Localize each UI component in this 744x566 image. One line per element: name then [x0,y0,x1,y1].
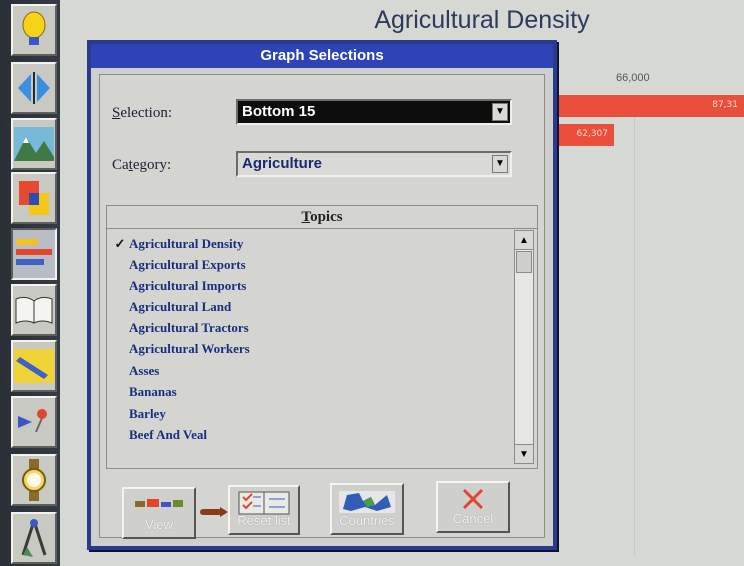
selection-dropdown[interactable]: Bottom 15 ▼ [236,99,512,125]
reset-list-button[interactable]: Reset list [228,485,300,535]
topic-label: Barley [129,406,166,421]
dialog-title: Graph Selections [91,44,553,68]
pointer-hand-icon [200,505,228,524]
watch-icon [19,459,49,501]
topics-scrollbar[interactable]: ▲ ▼ [514,230,534,464]
topic-label: Agricultural Tractors [129,320,249,335]
list-item[interactable]: Asses [111,363,159,379]
landscape-icon [14,127,54,161]
category-label: Category: [112,157,172,173]
axis-tick-label: 66,000 [616,72,650,84]
topic-label: Agricultural Land [129,299,232,314]
topics-group: Topics ✓ Agricultural Density Agricultura… [106,205,538,469]
pushpin-button[interactable] [11,396,57,448]
book-icon [14,295,54,325]
countries-label: Countries [339,513,395,528]
checklist-icon [230,491,298,515]
bar-chart-icon [14,235,54,273]
topic-label: Beef And Veal [129,427,208,442]
bar-graph-icon [124,493,194,513]
list-item[interactable]: Agricultural Workers [111,341,250,357]
landscape-button[interactable] [11,118,57,170]
category-value: Agriculture [242,155,323,172]
topic-label: Bananas [129,384,177,399]
topic-label: Agricultural Workers [129,341,250,356]
cancel-label: Cancel [452,511,494,526]
view-button[interactable]: View [122,487,196,539]
scroll-thumb[interactable] [516,251,532,273]
idea-button[interactable] [11,4,57,56]
pencil-button[interactable] [11,340,57,392]
map-icon [332,489,402,515]
left-toolbar [0,0,60,566]
cancel-button[interactable]: Cancel [436,481,510,533]
list-item[interactable]: Barley [111,406,166,422]
graph-selections-dialog: Graph Selections Selection: Bottom 15 ▼ … [87,40,557,550]
dropdown-arrow-icon[interactable]: ▼ [492,103,508,121]
lightbulb-icon [19,10,49,50]
scroll-up-icon[interactable]: ▲ [515,231,533,250]
topic-label: Agricultural Density [129,236,244,251]
bar-value-label: 62,307 [576,129,609,139]
graph-title: Agricultural Density [374,6,590,34]
left-right-arrows-icon [14,70,54,106]
list-item[interactable]: Agricultural Land [111,299,231,315]
list-item[interactable]: ✓ Agricultural Density [111,236,244,252]
compass-button[interactable] [11,512,57,564]
data-bar[interactable]: 62,307 [550,124,614,146]
list-item[interactable]: Agricultural Imports [111,278,246,294]
list-item[interactable]: Agricultural Exports [111,257,246,273]
watch-button[interactable] [11,454,57,506]
category-dropdown[interactable]: Agriculture ▼ [236,151,512,177]
bar-value-label: 87,31 [712,100,738,110]
compass-icon [19,517,49,559]
selection-label: Selection: [112,105,172,121]
topic-label: Agricultural Imports [129,278,247,293]
selection-value: Bottom 15 [242,103,316,120]
shapes-icon [17,179,51,217]
topic-label: Asses [129,363,160,378]
dialog-body: Selection: Bottom 15 ▼ Category: Agricul… [99,74,545,539]
reset-list-label: Reset list [237,513,291,528]
list-item[interactable]: Beef And Veal [111,427,207,443]
close-icon [438,487,508,511]
topics-list[interactable]: ✓ Agricultural Density Agricultural Expor… [111,232,511,466]
checkmark-icon: ✓ [114,236,126,251]
dropdown-arrow-icon[interactable]: ▼ [492,155,508,173]
view-button-label: View [145,517,173,532]
pencil-icon [14,349,54,383]
navigate-button[interactable] [11,62,57,114]
list-item[interactable]: Bananas [111,384,177,400]
bar-chart-button[interactable] [11,228,57,280]
gridline [634,100,635,556]
scroll-down-icon[interactable]: ▼ [515,444,533,463]
book-button[interactable] [11,284,57,336]
countries-button[interactable]: Countries [330,483,404,535]
shapes-button[interactable] [11,172,57,224]
pushpin-icon [14,402,54,442]
topics-header: Topics [107,206,537,229]
data-bar[interactable]: 87,31 [550,95,744,117]
list-item[interactable]: Agricultural Tractors [111,320,249,336]
topic-label: Agricultural Exports [129,257,246,272]
